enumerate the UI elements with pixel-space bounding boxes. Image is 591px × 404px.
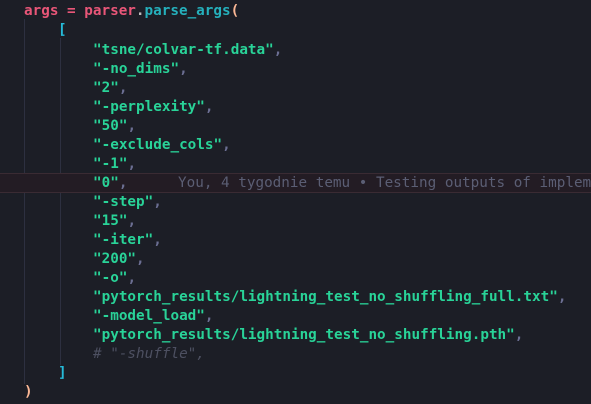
code-line[interactable]: "-o", <box>93 269 591 288</box>
string-token: "2" <box>93 80 119 96</box>
code-line[interactable]: [ <box>58 21 591 40</box>
comma-token: , <box>153 194 162 210</box>
code-line[interactable]: "15", <box>93 212 591 231</box>
close-bracket-token: ] <box>58 365 67 381</box>
string-token: "-step" <box>93 194 154 210</box>
code-line[interactable]: "tsne/colvar-tf.data", <box>93 41 591 60</box>
code-line[interactable]: # "-shuffle", <box>93 345 591 364</box>
comma-token: , <box>127 156 137 172</box>
operator-token: = <box>58 3 85 19</box>
code-line[interactable]: ] <box>58 364 591 383</box>
comma-token: , <box>204 308 214 324</box>
open-paren-token: ( <box>230 3 240 19</box>
string-token: "tsne/colvar-tf.data" <box>93 42 274 58</box>
string-token: "-iter" <box>93 232 154 248</box>
object-token: parser <box>84 3 136 19</box>
code-editor[interactable]: args = parser.parse_args( [ "tsne/colvar… <box>0 0 591 404</box>
code-line[interactable]: "50", <box>93 117 591 136</box>
string-token: "15" <box>93 213 128 229</box>
comma-token: , <box>273 42 283 58</box>
comma-token: , <box>153 232 162 248</box>
string-token: "-perplexity" <box>93 99 205 115</box>
comma-token: , <box>118 80 128 96</box>
string-token: "50" <box>93 118 128 134</box>
string-token: "0" <box>93 175 119 191</box>
code-line[interactable]: "2", <box>93 79 591 98</box>
comma-token: , <box>127 118 137 134</box>
dot-token: . <box>135 3 145 19</box>
comma-token: , <box>179 61 188 77</box>
code-line[interactable]: "pytorch_results/lightning_test_no_shuff… <box>93 326 591 345</box>
code-line[interactable]: "-iter", <box>93 231 591 250</box>
code-line[interactable]: args = parser.parse_args( <box>24 2 591 21</box>
variable-token: args <box>24 3 59 19</box>
git-blame-annotation[interactable]: You, 4 tygodnie temu • Testing outputs o… <box>178 174 591 193</box>
string-token: "-no_dims" <box>93 61 180 77</box>
comma-token: , <box>204 99 214 115</box>
comment-token: # "-shuffle", <box>93 346 205 362</box>
code-line[interactable]: "-perplexity", <box>93 98 591 117</box>
code-line[interactable]: "200", <box>93 250 591 269</box>
indent-guide <box>24 19 25 384</box>
string-token: "pytorch_results/lightning_test_no_shuff… <box>93 327 515 343</box>
string-token: "-model_load" <box>93 308 205 324</box>
comma-token: , <box>557 289 567 305</box>
comma-token: , <box>136 251 145 267</box>
comma-token: , <box>118 175 128 191</box>
code-line[interactable]: "pytorch_results/lightning_test_no_shuff… <box>93 288 591 307</box>
open-bracket-token: [ <box>58 22 67 38</box>
comma-token: , <box>127 213 137 229</box>
code-line[interactable]: "-step", <box>93 193 591 212</box>
string-token: "200" <box>93 251 137 267</box>
code-line[interactable]: "-model_load", <box>93 307 591 326</box>
string-token: "-exclude_cols" <box>93 137 223 153</box>
indent-guide <box>60 38 61 365</box>
string-token: "-1" <box>93 156 128 172</box>
string-token: "pytorch_results/lightning_test_no_shuff… <box>93 289 558 305</box>
string-token: "-o" <box>93 270 128 286</box>
comma-token: , <box>514 327 524 343</box>
comma-token: , <box>127 270 137 286</box>
code-line[interactable]: "-1", <box>93 155 591 174</box>
close-paren-token: ) <box>24 384 33 400</box>
code-line[interactable]: "-exclude_cols", <box>93 136 591 155</box>
comma-token: , <box>222 137 231 153</box>
code-line[interactable]: ) <box>24 383 591 402</box>
code-line[interactable]: "-no_dims", <box>93 60 591 79</box>
method-token: parse_args <box>144 3 231 19</box>
